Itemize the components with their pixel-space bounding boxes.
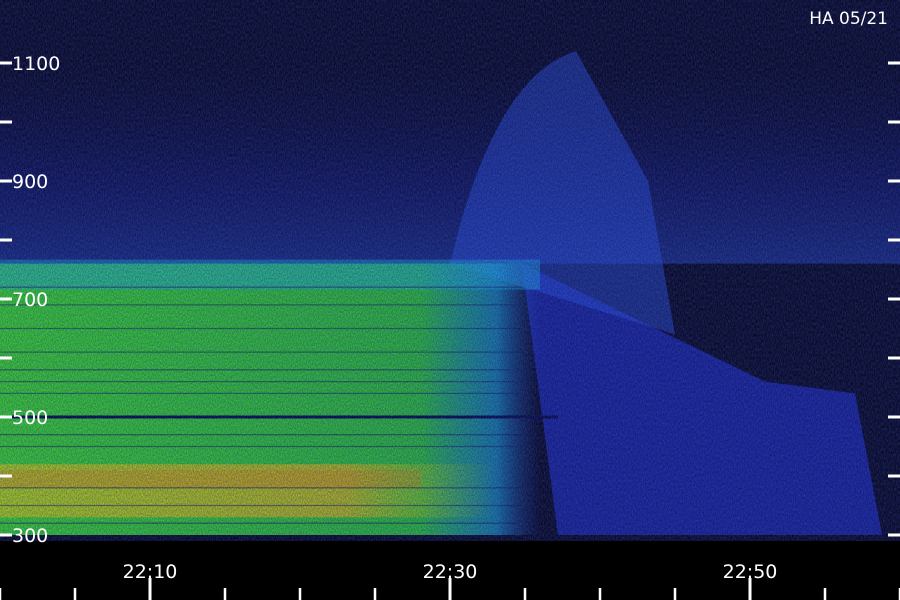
spectrogram-chart: 1100 900 700 500 300 22:10 22:30 22:50 HA 05/2… bbox=[0, 0, 900, 600]
x-tick-label: 22:30 bbox=[423, 561, 478, 583]
x-tick-label: 22:10 bbox=[123, 561, 178, 583]
heatmap-layer bbox=[0, 0, 900, 545]
y-tick-label: 300 bbox=[12, 525, 48, 547]
y-tick-label: 700 bbox=[12, 289, 48, 311]
heatmap-speckle bbox=[0, 0, 900, 545]
heatmap-bottom-edge bbox=[0, 540, 900, 545]
x-tick-label: 22:50 bbox=[723, 561, 778, 583]
y-tick-label: 500 bbox=[12, 407, 48, 429]
chart-title: HA 05/21 bbox=[809, 9, 888, 29]
y-tick-label: 900 bbox=[12, 171, 48, 193]
y-tick-label: 1100 bbox=[12, 53, 60, 75]
